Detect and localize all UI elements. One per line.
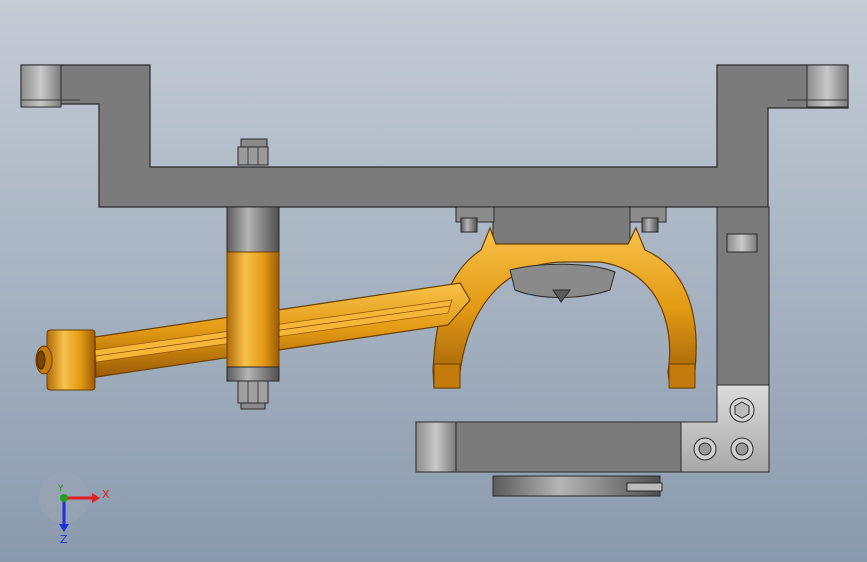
pivot-column[interactable] [226,206,280,382]
right-vertical-plate[interactable] [716,206,770,386]
frame-left-pad [20,64,62,108]
triad-z-label: Z [60,533,68,546]
top-hex-nut[interactable] [237,138,269,166]
bottom-hex-bolt[interactable] [237,380,269,410]
cad-viewport[interactable]: X Y Z [0,0,867,562]
triad-y-axis [60,494,68,502]
cad-model-view[interactable] [0,0,867,562]
triad-y-label: Y [58,484,64,494]
frame-right-pad [806,64,849,108]
triad-x-label: X [102,488,110,501]
